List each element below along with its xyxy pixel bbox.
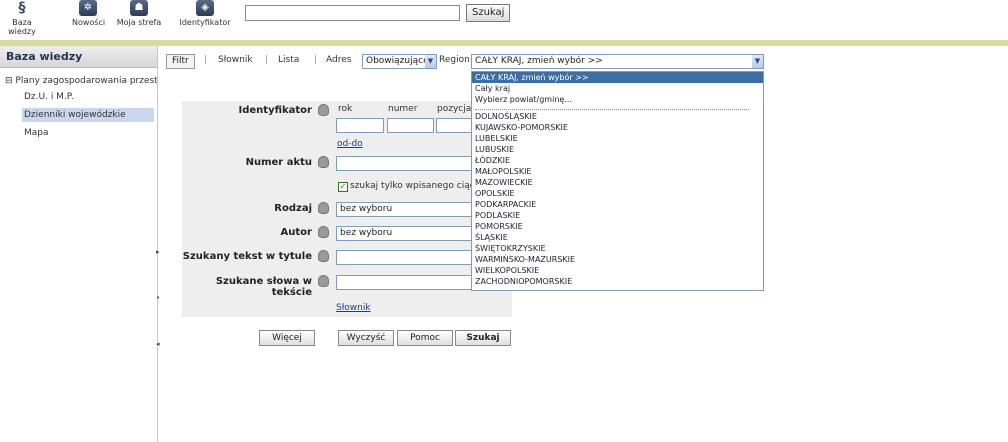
dropdown-option[interactable]: LUBELSKIE <box>472 133 763 144</box>
toolbar-label: Baza wiedzy <box>8 18 36 36</box>
dropdown-option[interactable]: LUBUSKIE <box>472 144 763 155</box>
sidebar-title: Baza wiedzy <box>0 46 157 68</box>
gear-icon: ✲ <box>79 0 97 16</box>
help-icon[interactable] <box>318 104 329 116</box>
dropdown-option[interactable]: OPOLSKIE <box>472 188 763 199</box>
rodzaj-select[interactable]: bez wyboru <box>336 202 472 217</box>
dropdown-option[interactable]: PODKARPACKIE <box>472 199 763 210</box>
person-icon: ☗ <box>130 0 148 16</box>
dropdown-option[interactable]: Cały kraj <box>472 83 763 94</box>
dropdown-option[interactable]: KUJAWSKO-POMORSKIE <box>472 122 763 133</box>
dropdown-option[interactable]: ŚLĄSKIE <box>472 232 763 243</box>
toolbar-label: Identyfikator <box>179 18 231 27</box>
top-search-input[interactable] <box>245 5 460 21</box>
help-icon[interactable] <box>318 250 329 262</box>
chevron-down-icon: ▼ <box>752 55 763 68</box>
tekst-input[interactable] <box>336 275 472 290</box>
more-button[interactable]: Więcej <box>259 330 315 346</box>
dropdown-option[interactable]: ZACHODNIOPOMORSKIE <box>472 276 763 287</box>
sidebar-item-mapa[interactable]: Mapa <box>22 126 154 140</box>
toolbar-moja-strefa[interactable]: ☗ Moja strefa <box>116 0 162 27</box>
help-icon[interactable] <box>318 202 329 214</box>
numer-aktu-label: Numer aktu <box>245 157 312 168</box>
identyfikator-label: Identyfikator <box>238 105 312 116</box>
tree-root-node[interactable]: ⊟ Plany zagospodarowania przestrze <box>0 68 157 86</box>
pozycja-input[interactable] <box>436 118 472 133</box>
tekst-label: Szukane słowa w tekście <box>215 276 312 298</box>
help-button[interactable]: Pomoc <box>397 330 453 346</box>
dropdown-separator <box>475 105 749 110</box>
splitter-collapse-icon[interactable]: ◂ <box>156 340 160 348</box>
filter-bar: Filtr | Słownik | Lista | Adres Obowiązu… <box>160 52 1008 72</box>
collapse-toggle-icon[interactable]: ⊟ <box>5 76 13 86</box>
toolbar-identyfikator[interactable]: ◈ Identyfikator <box>178 0 232 27</box>
separator: | <box>265 55 269 65</box>
dropdown-option[interactable]: MAŁOPOLSKIE <box>472 166 763 177</box>
search-button[interactable]: Szukaj <box>455 330 511 346</box>
numer-input[interactable] <box>387 118 434 133</box>
region-label: Region: <box>439 55 473 65</box>
col-numer-label: numer <box>388 104 418 114</box>
splitter-arrow-icon[interactable]: ▸ <box>156 248 160 256</box>
toolbar-label: Nowości <box>72 18 106 27</box>
exact-match-label: szukaj tylko wpisanego ciągu z <box>350 181 471 191</box>
region-dropdown-list[interactable]: CAŁY KRAJ, zmień wybór >> Cały kraj Wybi… <box>471 71 764 291</box>
numer-aktu-input[interactable] <box>336 156 472 171</box>
range-link[interactable]: od-do <box>337 139 363 149</box>
region-select[interactable]: CAŁY KRAJ, zmień wybór >> ▼ <box>471 54 764 69</box>
toolbar-nowosci[interactable]: ✲ Nowości <box>72 0 106 27</box>
section-sign-icon: § <box>18 0 26 16</box>
region-select-value: CAŁY KRAJ, zmień wybór >> <box>475 56 603 66</box>
filter-button[interactable]: Filtr <box>166 54 195 69</box>
tab-slownik[interactable]: Słownik <box>218 55 253 65</box>
separator: | <box>204 55 208 65</box>
sidebar: Baza wiedzy ⊟ Plany zagospodarowania prz… <box>0 46 158 442</box>
dropdown-option[interactable]: DOLNOŚLĄSKIE <box>472 111 763 122</box>
dropdown-option[interactable]: MAZOWIECKIE <box>472 177 763 188</box>
toolbar-label: Moja strefa <box>116 18 162 27</box>
dropdown-option[interactable]: POMORSKIE <box>472 221 763 232</box>
splitter-grip-icon[interactable]: • <box>156 294 160 302</box>
tree-root-label: Plany zagospodarowania przestrze <box>15 76 157 86</box>
voivodeship-options: DOLNOŚLĄSKIE KUJAWSKO-POMORSKIE LUBELSKIE L… <box>472 111 763 287</box>
status-select[interactable]: Obowiązujące ▼ <box>362 54 437 69</box>
dictionary-link[interactable]: Słownik <box>336 303 371 313</box>
dropdown-option[interactable]: ŚWIĘTOKRZYSKIE <box>472 243 763 254</box>
toolbar-baza-wiedzy[interactable]: § Baza wiedzy <box>6 0 38 36</box>
help-icon[interactable] <box>318 226 329 238</box>
dropdown-option[interactable]: WARMIŃSKO-MAZURSKIE <box>472 254 763 265</box>
autor-label: Autor <box>280 227 312 238</box>
rodzaj-label: Rodzaj <box>274 203 312 214</box>
dropdown-option[interactable]: WIELKOPOLSKIE <box>472 265 763 276</box>
dropdown-option[interactable]: CAŁY KRAJ, zmień wybór >> <box>472 72 763 83</box>
sidebar-item-dzu-mp[interactable]: Dz.U. i M.P. <box>22 90 154 104</box>
dropdown-option[interactable]: Wybierz powiat/gminę... <box>472 94 763 105</box>
col-rok-label: rok <box>338 104 353 114</box>
top-search-button[interactable]: Szukaj <box>466 4 511 22</box>
identifier-icon: ◈ <box>196 0 214 16</box>
tab-adres[interactable]: Adres <box>326 55 351 65</box>
chevron-down-icon: ▼ <box>425 55 436 68</box>
help-icon[interactable] <box>318 156 329 168</box>
tytul-input[interactable] <box>336 250 472 265</box>
exact-match-checkbox[interactable]: ✓ <box>338 182 348 192</box>
separator: | <box>314 55 318 65</box>
col-pozycja-label: pozycja <box>437 104 472 114</box>
autor-select[interactable]: bez wyboru <box>336 226 472 241</box>
tab-lista[interactable]: Lista <box>278 55 299 65</box>
dropdown-option[interactable]: PODLASKIE <box>472 210 763 221</box>
tytul-label: Szukany tekst w tytule <box>182 251 312 262</box>
clear-button[interactable]: Wyczyść <box>338 330 394 346</box>
sidebar-item-dzienniki-wojewodzkie[interactable]: Dzienniki wojewódzkie <box>22 108 154 122</box>
dropdown-option[interactable]: ŁÓDZKIE <box>472 155 763 166</box>
top-toolbar: § Baza wiedzy ✲ Nowości ☗ Moja strefa ◈ … <box>0 0 1008 40</box>
rok-input[interactable] <box>336 118 384 133</box>
help-icon[interactable] <box>318 275 329 287</box>
status-select-value: Obowiązujące <box>366 56 429 66</box>
